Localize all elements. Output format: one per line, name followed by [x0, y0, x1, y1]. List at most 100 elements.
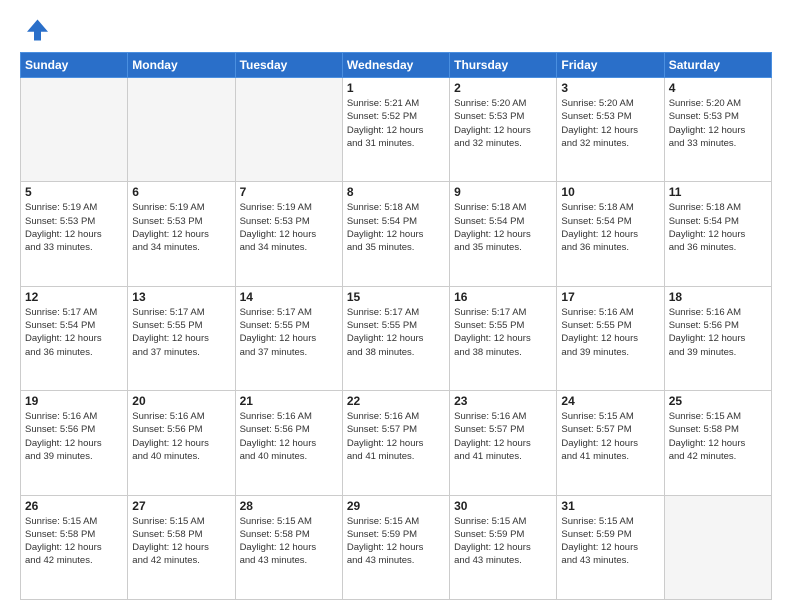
day-number: 17 — [561, 290, 659, 304]
day-number: 31 — [561, 499, 659, 513]
day-number: 7 — [240, 185, 338, 199]
calendar-cell: 11 Sunrise: 5:18 AM Sunset: 5:54 PM Dayli… — [664, 182, 771, 286]
calendar-cell: 3Sunrise: 5:20 AM Sunset: 5:53 PM Daylig… — [557, 78, 664, 182]
day-number: 29 — [347, 499, 445, 513]
day-number: 20 — [132, 394, 230, 408]
week-row-2: 12 Sunrise: 5:17 AM Sunset: 5:54 PM Dayli… — [21, 286, 772, 390]
day-number: 13 — [132, 290, 230, 304]
calendar-cell: 22 Sunrise: 5:16 AM Sunset: 5:57 PM Dayli… — [342, 391, 449, 495]
calendar-cell: 1Sunrise: 5:21 AM Sunset: 5:52 PM Daylig… — [342, 78, 449, 182]
calendar-cell: 13 Sunrise: 5:17 AM Sunset: 5:55 PM Dayli… — [128, 286, 235, 390]
day-number: 14 — [240, 290, 338, 304]
day-number: 27 — [132, 499, 230, 513]
day-info: Sunrise: 5:16 AM Sunset: 5:57 PM Dayligh… — [454, 410, 552, 463]
week-row-1: 5 Sunrise: 5:19 AM Sunset: 5:53 PM Daylig… — [21, 182, 772, 286]
calendar-cell: 7 Sunrise: 5:19 AM Sunset: 5:53 PM Daylig… — [235, 182, 342, 286]
weekday-header-friday: Friday — [557, 53, 664, 78]
header — [20, 16, 772, 44]
logo-icon — [20, 16, 48, 44]
day-number: 21 — [240, 394, 338, 408]
day-info: Sunrise: 5:16 AM Sunset: 5:56 PM Dayligh… — [240, 410, 338, 463]
calendar-cell: 5 Sunrise: 5:19 AM Sunset: 5:53 PM Daylig… — [21, 182, 128, 286]
day-number: 2 — [454, 81, 552, 95]
day-info: Sunrise: 5:16 AM Sunset: 5:56 PM Dayligh… — [669, 306, 767, 359]
day-info: Sunrise: 5:16 AM Sunset: 5:57 PM Dayligh… — [347, 410, 445, 463]
day-number: 9 — [454, 185, 552, 199]
day-info: Sunrise: 5:15 AM Sunset: 5:57 PM Dayligh… — [561, 410, 659, 463]
day-number: 30 — [454, 499, 552, 513]
day-number: 11 — [669, 185, 767, 199]
calendar-cell: 30 Sunrise: 5:15 AM Sunset: 5:59 PM Dayli… — [450, 495, 557, 599]
week-row-4: 26 Sunrise: 5:15 AM Sunset: 5:58 PM Dayli… — [21, 495, 772, 599]
logo — [20, 16, 52, 44]
calendar-cell: 10Sunrise: 5:18 AM Sunset: 5:54 PM Dayli… — [557, 182, 664, 286]
calendar-cell: 23 Sunrise: 5:16 AM Sunset: 5:57 PM Dayli… — [450, 391, 557, 495]
day-info: Sunrise: 5:15 AM Sunset: 5:58 PM Dayligh… — [669, 410, 767, 463]
calendar-cell: 24 Sunrise: 5:15 AM Sunset: 5:57 PM Dayli… — [557, 391, 664, 495]
calendar-cell: 29Sunrise: 5:15 AM Sunset: 5:59 PM Dayli… — [342, 495, 449, 599]
day-number: 24 — [561, 394, 659, 408]
day-number: 8 — [347, 185, 445, 199]
calendar-cell: 21 Sunrise: 5:16 AM Sunset: 5:56 PM Dayli… — [235, 391, 342, 495]
day-number: 1 — [347, 81, 445, 95]
weekday-header-wednesday: Wednesday — [342, 53, 449, 78]
day-info: Sunrise: 5:20 AM Sunset: 5:53 PM Dayligh… — [454, 97, 552, 150]
day-number: 23 — [454, 394, 552, 408]
weekday-header-saturday: Saturday — [664, 53, 771, 78]
day-number: 26 — [25, 499, 123, 513]
calendar-cell: 6 Sunrise: 5:19 AM Sunset: 5:53 PM Daylig… — [128, 182, 235, 286]
day-info: Sunrise: 5:15 AM Sunset: 5:59 PM Dayligh… — [454, 515, 552, 568]
calendar-table: SundayMondayTuesdayWednesdayThursdayFrid… — [20, 52, 772, 600]
day-number: 6 — [132, 185, 230, 199]
calendar-cell: 20 Sunrise: 5:16 AM Sunset: 5:56 PM Dayli… — [128, 391, 235, 495]
calendar-cell: 19 Sunrise: 5:16 AM Sunset: 5:56 PM Dayli… — [21, 391, 128, 495]
day-info: Sunrise: 5:19 AM Sunset: 5:53 PM Dayligh… — [132, 201, 230, 254]
calendar-cell: 26 Sunrise: 5:15 AM Sunset: 5:58 PM Dayli… — [21, 495, 128, 599]
day-number: 18 — [669, 290, 767, 304]
calendar-cell: 4 Sunrise: 5:20 AM Sunset: 5:53 PM Daylig… — [664, 78, 771, 182]
day-info: Sunrise: 5:18 AM Sunset: 5:54 PM Dayligh… — [669, 201, 767, 254]
calendar-cell — [21, 78, 128, 182]
day-number: 22 — [347, 394, 445, 408]
calendar-cell: 17Sunrise: 5:16 AM Sunset: 5:55 PM Dayli… — [557, 286, 664, 390]
calendar-header: SundayMondayTuesdayWednesdayThursdayFrid… — [21, 53, 772, 78]
day-info: Sunrise: 5:16 AM Sunset: 5:56 PM Dayligh… — [25, 410, 123, 463]
day-info: Sunrise: 5:17 AM Sunset: 5:54 PM Dayligh… — [25, 306, 123, 359]
calendar-cell: 18 Sunrise: 5:16 AM Sunset: 5:56 PM Dayli… — [664, 286, 771, 390]
day-number: 3 — [561, 81, 659, 95]
calendar-cell: 8Sunrise: 5:18 AM Sunset: 5:54 PM Daylig… — [342, 182, 449, 286]
day-number: 19 — [25, 394, 123, 408]
calendar-cell: 31 Sunrise: 5:15 AM Sunset: 5:59 PM Dayli… — [557, 495, 664, 599]
calendar-cell: 25 Sunrise: 5:15 AM Sunset: 5:58 PM Dayli… — [664, 391, 771, 495]
day-info: Sunrise: 5:18 AM Sunset: 5:54 PM Dayligh… — [454, 201, 552, 254]
week-row-0: 1Sunrise: 5:21 AM Sunset: 5:52 PM Daylig… — [21, 78, 772, 182]
weekday-header-tuesday: Tuesday — [235, 53, 342, 78]
day-info: Sunrise: 5:19 AM Sunset: 5:53 PM Dayligh… — [25, 201, 123, 254]
calendar-page: SundayMondayTuesdayWednesdayThursdayFrid… — [0, 0, 792, 612]
day-number: 16 — [454, 290, 552, 304]
day-info: Sunrise: 5:19 AM Sunset: 5:53 PM Dayligh… — [240, 201, 338, 254]
day-number: 4 — [669, 81, 767, 95]
day-number: 12 — [25, 290, 123, 304]
day-info: Sunrise: 5:16 AM Sunset: 5:56 PM Dayligh… — [132, 410, 230, 463]
day-number: 5 — [25, 185, 123, 199]
day-info: Sunrise: 5:17 AM Sunset: 5:55 PM Dayligh… — [132, 306, 230, 359]
weekday-header-sunday: Sunday — [21, 53, 128, 78]
day-info: Sunrise: 5:15 AM Sunset: 5:58 PM Dayligh… — [25, 515, 123, 568]
calendar-cell: 27 Sunrise: 5:15 AM Sunset: 5:58 PM Dayli… — [128, 495, 235, 599]
day-info: Sunrise: 5:17 AM Sunset: 5:55 PM Dayligh… — [454, 306, 552, 359]
calendar-cell — [128, 78, 235, 182]
calendar-cell: 16 Sunrise: 5:17 AM Sunset: 5:55 PM Dayli… — [450, 286, 557, 390]
day-info: Sunrise: 5:15 AM Sunset: 5:58 PM Dayligh… — [240, 515, 338, 568]
calendar-cell — [664, 495, 771, 599]
day-number: 25 — [669, 394, 767, 408]
day-info: Sunrise: 5:15 AM Sunset: 5:59 PM Dayligh… — [561, 515, 659, 568]
calendar-cell: 15Sunrise: 5:17 AM Sunset: 5:55 PM Dayli… — [342, 286, 449, 390]
day-number: 28 — [240, 499, 338, 513]
day-info: Sunrise: 5:18 AM Sunset: 5:54 PM Dayligh… — [561, 201, 659, 254]
day-info: Sunrise: 5:20 AM Sunset: 5:53 PM Dayligh… — [669, 97, 767, 150]
calendar-cell: 14Sunrise: 5:17 AM Sunset: 5:55 PM Dayli… — [235, 286, 342, 390]
weekday-header-thursday: Thursday — [450, 53, 557, 78]
weekday-header-monday: Monday — [128, 53, 235, 78]
day-info: Sunrise: 5:15 AM Sunset: 5:58 PM Dayligh… — [132, 515, 230, 568]
